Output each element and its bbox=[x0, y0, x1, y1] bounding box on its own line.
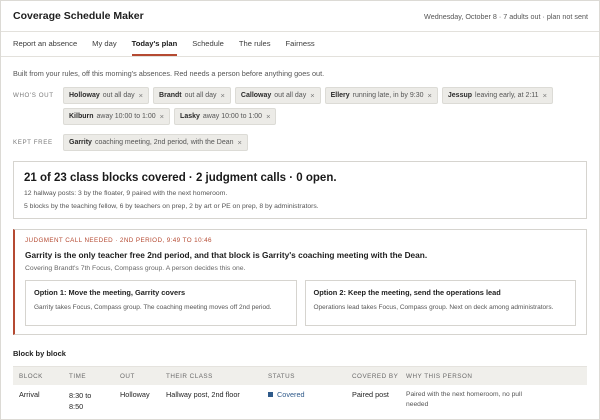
chip-name: Ellery bbox=[330, 92, 350, 99]
top-bar: Coverage Schedule Maker Wednesday, Octob… bbox=[1, 1, 599, 32]
chip-name: Lasky bbox=[180, 113, 200, 120]
col-time: TIME bbox=[69, 372, 87, 380]
remove-icon[interactable]: × bbox=[221, 91, 225, 100]
chip-detail: out all day bbox=[274, 92, 307, 99]
main-content: Built from your rules, off this morning'… bbox=[1, 69, 599, 413]
tab-the-rules[interactable]: The rules bbox=[239, 39, 271, 56]
absence-chip[interactable]: Calloway out all day × bbox=[234, 87, 321, 104]
judgment-call-card: JUDGMENT CALL NEEDED · 2ND PERIOD, 9:49 … bbox=[13, 229, 587, 335]
remove-icon[interactable]: × bbox=[266, 112, 270, 121]
tab-report-absence[interactable]: Report an absence bbox=[13, 39, 77, 56]
tab-fairness[interactable]: Fairness bbox=[286, 39, 315, 56]
absence-chip[interactable]: Kilburn away 10:00 to 1:00 × bbox=[63, 108, 171, 125]
option-title: Option 1: Move the meeting, Garrity cove… bbox=[34, 288, 186, 297]
chip-detail: leaving early, at 2:11 bbox=[475, 92, 539, 99]
cell-block: Arrival bbox=[19, 390, 40, 399]
coverage-summary: 21 of 23 class blocks covered · 2 judgme… bbox=[13, 161, 587, 219]
cell-their-class: Hallway post, 2nd floor bbox=[166, 390, 240, 399]
kept-free-row: KEPT FREE Garrity coaching meeting, 2nd p… bbox=[13, 134, 587, 151]
absence-chip[interactable]: Brandt out all day × bbox=[153, 87, 231, 104]
status-badge: Covered bbox=[268, 390, 352, 399]
time-end: 8:50 bbox=[69, 402, 84, 412]
table-header: BLOCK TIME OUT THEIR CLASS STATUS COVERE… bbox=[13, 366, 587, 385]
tab-todays-plan[interactable]: Today's plan bbox=[131, 39, 178, 56]
col-why: WHY THIS PERSON bbox=[406, 372, 473, 380]
option-move-meeting[interactable]: Option 1: Move the meeting, Garrity cove… bbox=[25, 280, 297, 326]
judgment-subtitle: Covering Brandt's 7th Focus, Compass gro… bbox=[25, 265, 246, 272]
remove-icon[interactable]: × bbox=[310, 91, 314, 100]
tab-my-day[interactable]: My day bbox=[92, 39, 116, 56]
chip-name: Holloway bbox=[69, 92, 100, 99]
chip-name: Brandt bbox=[159, 92, 182, 99]
chip-detail: coaching meeting, 2nd period, with the D… bbox=[94, 139, 234, 146]
remove-icon[interactable]: × bbox=[238, 138, 242, 147]
intro-text: Built from your rules, off this morning'… bbox=[13, 69, 325, 78]
cell-why: Paired with the next homeroom, no pull n… bbox=[406, 391, 522, 408]
tab-bar: Report an absence My day Today's plan Sc… bbox=[1, 32, 599, 57]
summary-headline: 21 of 23 class blocks covered · 2 judgme… bbox=[24, 172, 337, 184]
judgment-tag: JUDGMENT CALL NEEDED · 2ND PERIOD, 9:49 … bbox=[25, 237, 212, 244]
absence-chip[interactable]: Jessup leaving early, at 2:11 × bbox=[441, 87, 553, 104]
day-status: Wednesday, October 8 · 7 adults out · pl… bbox=[424, 11, 588, 21]
option-body: Operations lead takes Focus, Compass gro… bbox=[313, 304, 554, 311]
whos-out-chips: Holloway out all day × Brandt out all day × … bbox=[63, 87, 587, 125]
cell-out: Holloway bbox=[120, 390, 150, 399]
app-window: Coverage Schedule Maker Wednesday, Octob… bbox=[0, 0, 600, 420]
col-their-class: THEIR CLASS bbox=[166, 372, 213, 380]
option-body: Garrity takes Focus, Compass group. The … bbox=[34, 304, 272, 311]
app-title: Coverage Schedule Maker bbox=[13, 10, 144, 22]
whos-out-row: WHO'S OUT Holloway out all day × Brandt out… bbox=[13, 87, 587, 125]
status-label: Covered bbox=[277, 390, 305, 399]
tab-schedule[interactable]: Schedule bbox=[192, 39, 224, 56]
chip-detail: away 10:00 to 1:00 bbox=[96, 113, 156, 120]
summary-line-hallway: 12 hallway posts: 3 by the floater, 9 pa… bbox=[24, 190, 228, 197]
kept-free-chips: Garrity coaching meeting, 2nd period, wit… bbox=[63, 134, 587, 151]
col-status: STATUS bbox=[268, 372, 295, 380]
block-by-block-heading: Block by block bbox=[13, 349, 66, 358]
col-out: OUT bbox=[120, 372, 135, 380]
table-row[interactable]: Arrival 8:30 to 8:50 Holloway Hallway po… bbox=[13, 385, 587, 413]
absence-chip[interactable]: Holloway out all day × bbox=[63, 87, 150, 104]
remove-icon[interactable]: × bbox=[428, 91, 432, 100]
status-square-icon bbox=[268, 392, 273, 397]
remove-icon[interactable]: × bbox=[139, 91, 143, 100]
remove-icon[interactable]: × bbox=[160, 112, 164, 121]
absence-chip[interactable]: Ellery running late, in by 9:30 × bbox=[324, 87, 438, 104]
chip-name: Garrity bbox=[69, 139, 92, 146]
chip-name: Kilburn bbox=[69, 113, 94, 120]
cell-status: Covered bbox=[268, 390, 352, 399]
absence-chip[interactable]: Lasky away 10:00 to 1:00 × bbox=[174, 108, 277, 125]
chip-detail: running late, in by 9:30 bbox=[352, 92, 424, 99]
chip-name: Jessup bbox=[447, 92, 473, 99]
option-keep-meeting[interactable]: Option 2: Keep the meeting, send the ope… bbox=[304, 280, 576, 326]
chip-detail: away 10:00 to 1:00 bbox=[202, 113, 263, 120]
chip-detail: out all day bbox=[102, 92, 135, 99]
judgment-options: Option 1: Move the meeting, Garrity cove… bbox=[25, 280, 576, 326]
remove-icon[interactable]: × bbox=[543, 91, 547, 100]
kept-free-label: KEPT FREE bbox=[13, 139, 53, 146]
chip-name: Calloway bbox=[240, 92, 272, 99]
judgment-title: Garrity is the only teacher free 2nd per… bbox=[25, 250, 428, 260]
time-start: 8:30 to bbox=[69, 391, 92, 400]
chip-detail: out all day bbox=[184, 92, 217, 99]
whos-out-label: WHO'S OUT bbox=[13, 92, 54, 99]
cell-time: 8:30 to 8:50 bbox=[69, 390, 120, 413]
kept-free-chip[interactable]: Garrity coaching meeting, 2nd period, wit… bbox=[63, 134, 248, 151]
option-title: Option 2: Keep the meeting, send the ope… bbox=[313, 288, 501, 297]
summary-line-blocks: 5 blocks by the teaching fellow, 6 by te… bbox=[24, 203, 319, 210]
cell-covered-by: Paired post bbox=[352, 390, 389, 399]
col-block: BLOCK bbox=[19, 372, 43, 380]
col-covered-by: COVERED BY bbox=[352, 372, 399, 380]
